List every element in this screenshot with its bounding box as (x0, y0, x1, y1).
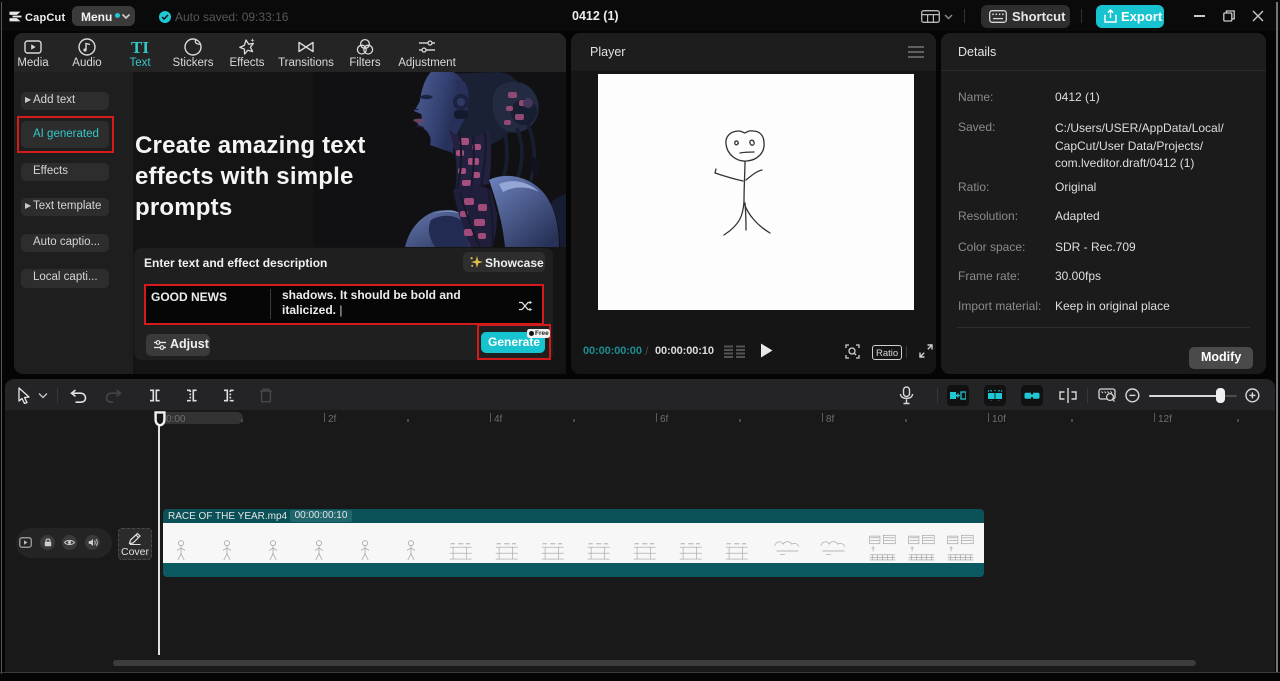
svg-text:TI: TI (131, 38, 149, 57)
